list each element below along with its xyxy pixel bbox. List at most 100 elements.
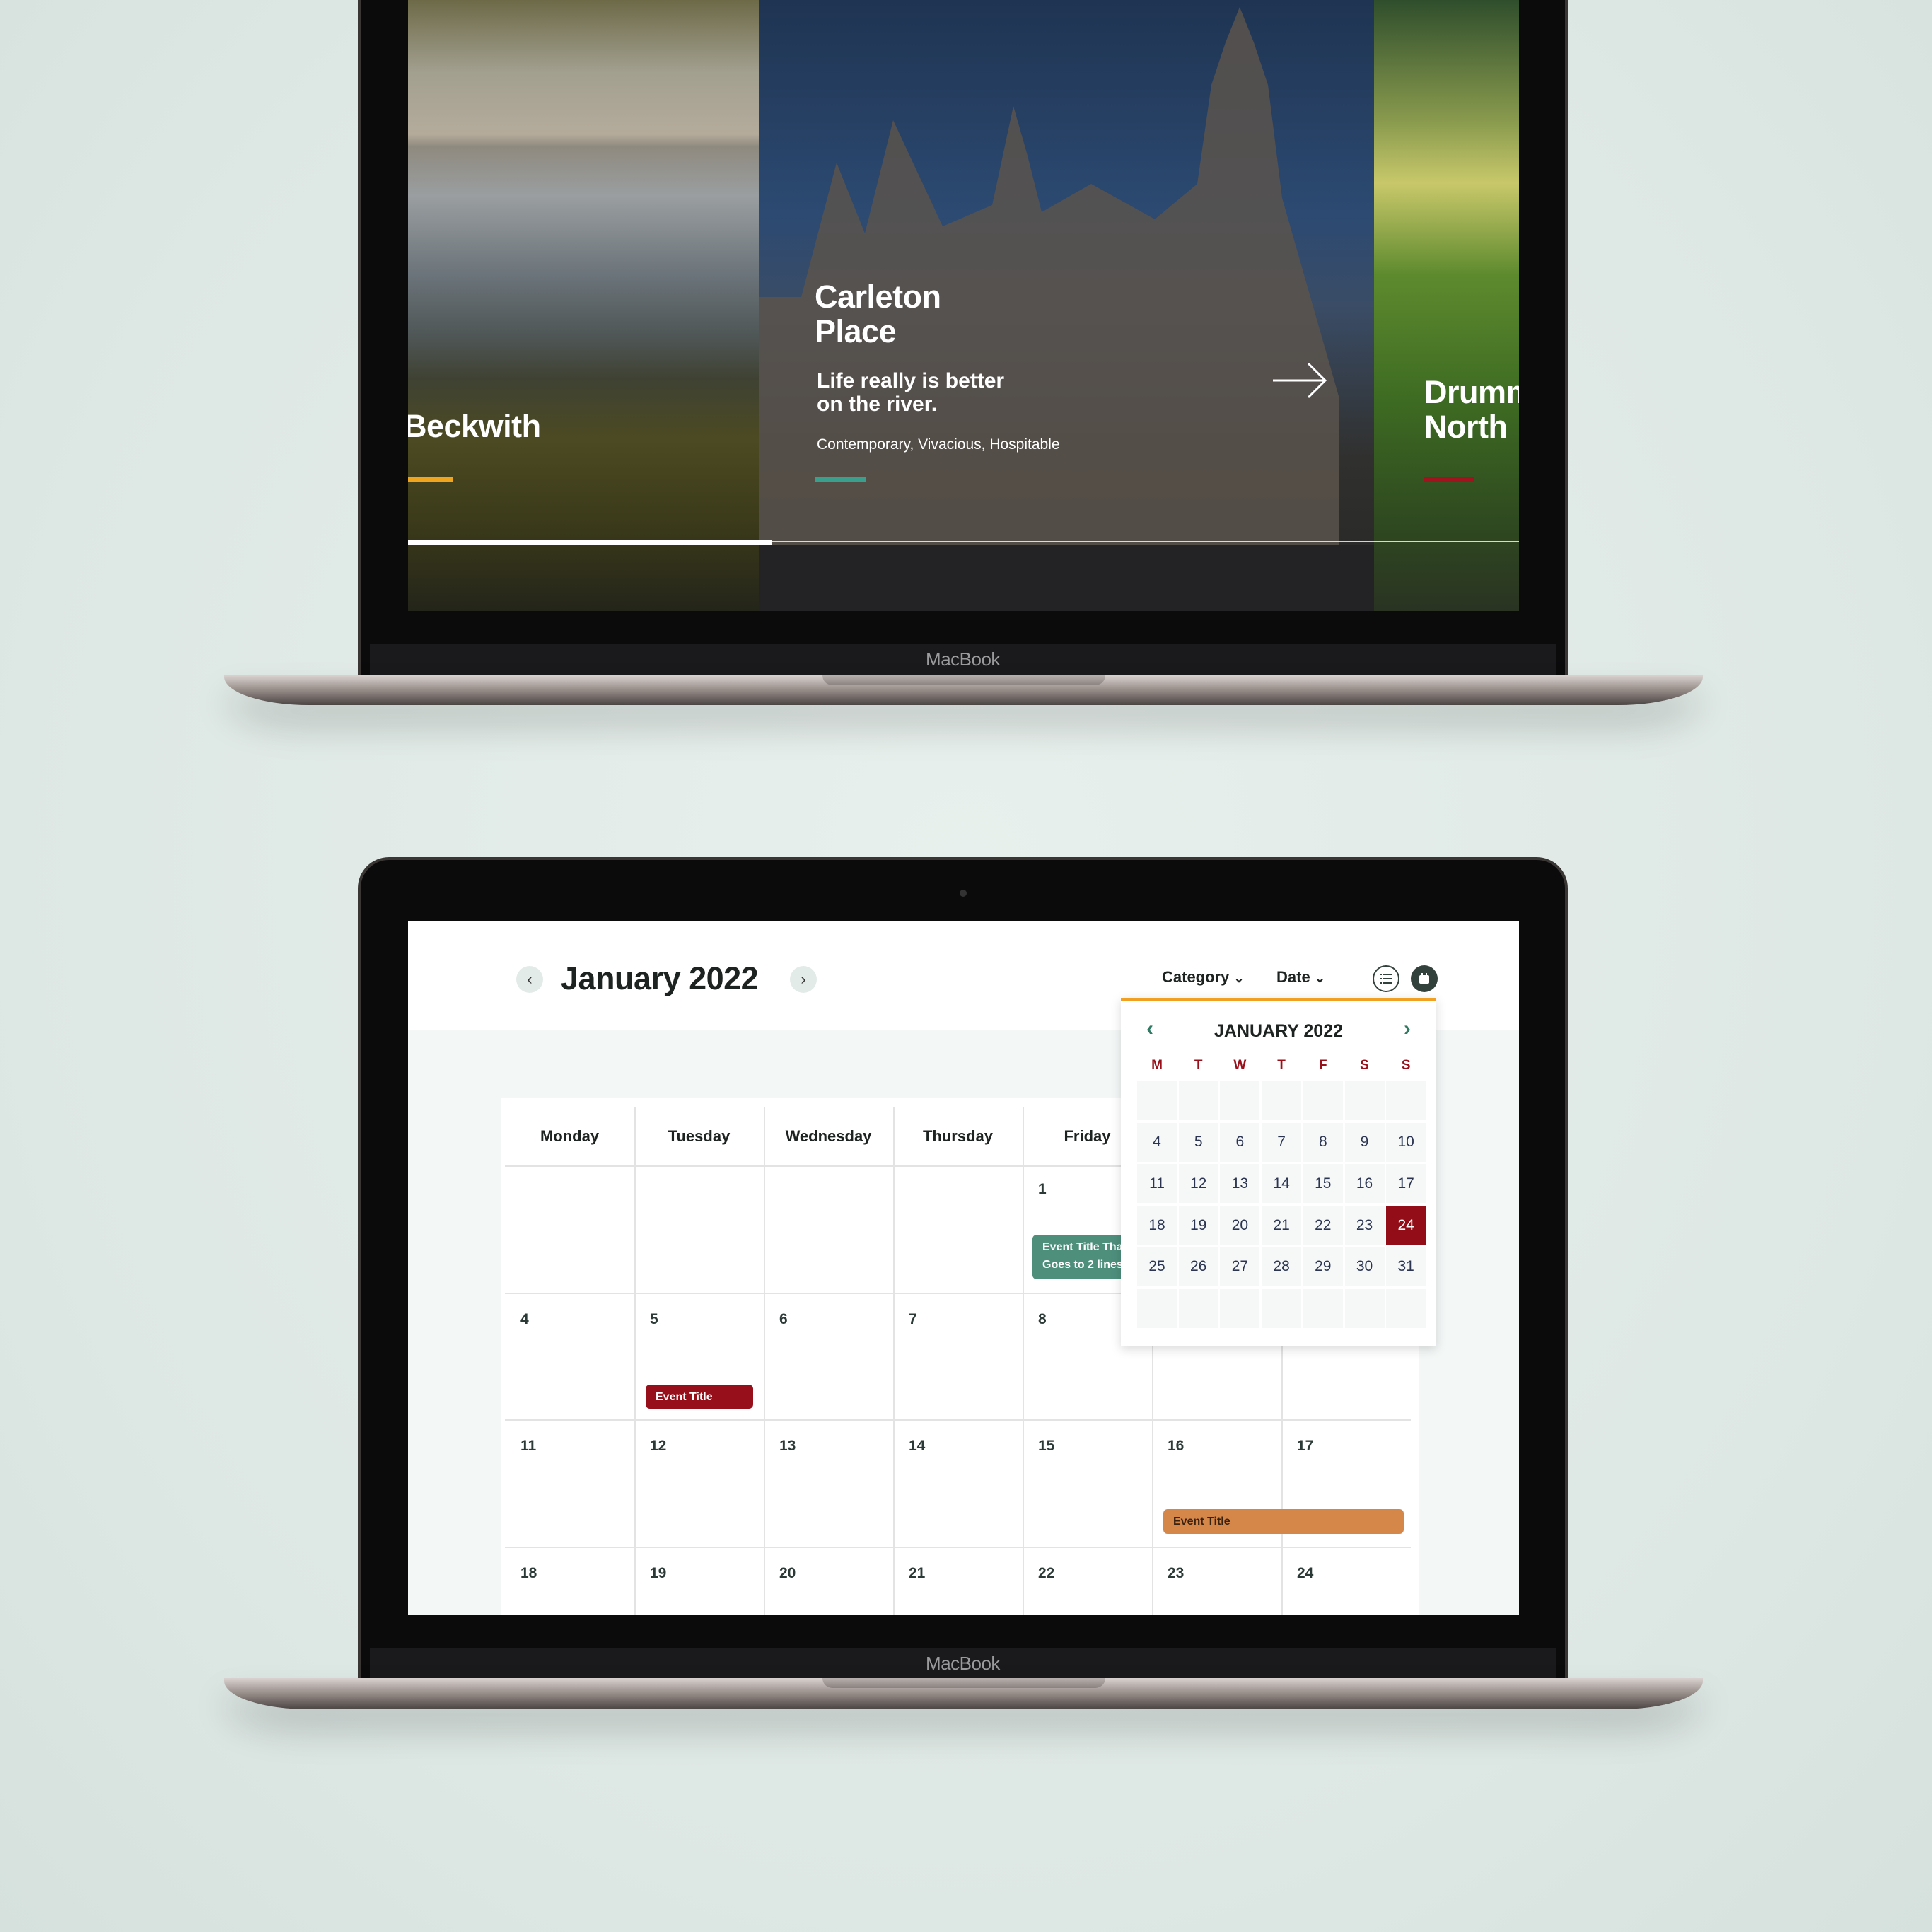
events-calendar-page: ‹ January 2022 › Category ⌄ Date ⌄ Monda… xyxy=(408,921,1519,1615)
weekday-letter: T xyxy=(1277,1058,1286,1073)
day-cell[interactable]: 14 xyxy=(893,1421,1023,1547)
day-number: 18 xyxy=(520,1565,537,1581)
slide-accent-bar xyxy=(408,477,453,482)
weekday-letter: M xyxy=(1151,1058,1163,1073)
date-cell[interactable]: 22 xyxy=(1303,1206,1343,1245)
camera xyxy=(960,890,967,897)
date-cell xyxy=(1178,1081,1218,1120)
day-number: 11 xyxy=(520,1438,537,1454)
day-cell[interactable]: 19 xyxy=(634,1548,764,1615)
day-cell[interactable]: 4 xyxy=(505,1294,634,1420)
date-cell xyxy=(1137,1081,1177,1120)
slide-accent-bar xyxy=(1424,477,1474,482)
slide-drummond-north[interactable]: Drumm North xyxy=(1374,0,1519,611)
event-chip[interactable]: Event Title xyxy=(646,1385,753,1409)
date-cell[interactable]: 15 xyxy=(1303,1164,1343,1204)
chevron-right-icon[interactable]: › xyxy=(1404,1017,1411,1041)
date-cell[interactable]: 23 xyxy=(1344,1206,1385,1245)
slide-carleton-place[interactable]: Carleton Place Life really is better on … xyxy=(759,0,1374,611)
laptop-chin: MacBook xyxy=(370,644,1556,675)
date-cell[interactable]: 16 xyxy=(1344,1164,1385,1204)
day-cell[interactable] xyxy=(634,1167,764,1293)
chevron-left-icon[interactable]: ‹ xyxy=(516,966,543,993)
date-cell[interactable]: 9 xyxy=(1344,1122,1385,1162)
date-cell[interactable]: 11 xyxy=(1137,1164,1177,1204)
weekday-letter: W xyxy=(1233,1058,1247,1073)
date-cell[interactable]: 31 xyxy=(1386,1247,1426,1286)
date-cell[interactable]: 14 xyxy=(1262,1164,1302,1204)
date-cell xyxy=(1303,1288,1343,1328)
date-cell[interactable]: 28 xyxy=(1262,1247,1302,1286)
date-cell[interactable]: 18 xyxy=(1137,1206,1177,1245)
day-cell[interactable]: 24 xyxy=(1281,1548,1411,1615)
day-number: 8 xyxy=(1038,1311,1047,1327)
date-cell[interactable]: 25 xyxy=(1137,1247,1177,1286)
day-cell[interactable] xyxy=(893,1167,1023,1293)
day-cell[interactable]: 7 xyxy=(893,1294,1023,1420)
date-cell[interactable]: 4 xyxy=(1137,1122,1177,1162)
date-cell[interactable]: 26 xyxy=(1178,1247,1218,1286)
date-cell[interactable]: 29 xyxy=(1303,1247,1343,1286)
datepicker-title: JANUARY 2022 xyxy=(1214,1021,1344,1041)
day-cell[interactable]: 21 xyxy=(893,1548,1023,1615)
slide-title: Beckwith xyxy=(408,408,541,444)
day-number: 1 xyxy=(1038,1181,1047,1197)
chevron-down-icon: ⌄ xyxy=(1314,971,1325,985)
day-cell[interactable]: 23 xyxy=(1152,1548,1281,1615)
date-cell[interactable]: 8 xyxy=(1303,1122,1343,1162)
page-title: January 2022 xyxy=(561,960,759,996)
event-chip[interactable]: Event Title xyxy=(1163,1509,1404,1534)
day-cell[interactable]: 13 xyxy=(764,1421,893,1547)
selected-date[interactable]: 24 xyxy=(1386,1206,1426,1245)
date-cell xyxy=(1344,1081,1385,1120)
slide-title-line: Drumm xyxy=(1424,374,1519,410)
hero-slider: Beckwith Carleton Place Life really is b… xyxy=(408,0,1519,611)
day-number: 16 xyxy=(1168,1438,1185,1454)
day-cell[interactable]: 12 xyxy=(634,1421,764,1547)
date-cell[interactable]: 10 xyxy=(1386,1122,1426,1162)
date-cell xyxy=(1386,1081,1426,1120)
date-cell[interactable]: 5 xyxy=(1178,1122,1218,1162)
date-cell[interactable]: 13 xyxy=(1220,1164,1260,1204)
day-cell[interactable]: 22 xyxy=(1023,1548,1152,1615)
chevron-right-icon[interactable]: › xyxy=(790,966,817,993)
date-cell[interactable]: 6 xyxy=(1220,1122,1260,1162)
weekday-header: Monday xyxy=(540,1127,600,1145)
day-number: 4 xyxy=(520,1311,529,1327)
slide-subtitle-line: Life really is better xyxy=(817,369,1005,392)
day-cell[interactable] xyxy=(505,1167,634,1293)
day-number: 5 xyxy=(650,1311,658,1327)
date-cell xyxy=(1178,1288,1218,1328)
day-cell[interactable]: 20 xyxy=(764,1548,893,1615)
day-cell[interactable]: 15 xyxy=(1023,1421,1152,1547)
calendar-icon[interactable] xyxy=(1411,965,1438,992)
slide-subtitle-line: on the river. xyxy=(817,392,938,416)
weekday-header: Thursday xyxy=(922,1127,994,1145)
date-cell[interactable]: 17 xyxy=(1386,1164,1426,1204)
date-cell[interactable]: 7 xyxy=(1262,1122,1302,1162)
laptop-notch xyxy=(822,675,1105,685)
arrow-right-icon[interactable] xyxy=(1271,362,1328,399)
date-cell[interactable]: 19 xyxy=(1178,1206,1218,1245)
day-number: 20 xyxy=(779,1565,796,1581)
slider-progress-fill xyxy=(408,540,772,545)
laptop-chin: MacBook xyxy=(370,1648,1556,1678)
date-cell[interactable]: 27 xyxy=(1220,1247,1260,1286)
category-filter[interactable]: Category ⌄ xyxy=(1162,968,1245,987)
date-cell[interactable]: 21 xyxy=(1262,1206,1302,1245)
date-filter[interactable]: Date ⌄ xyxy=(1276,968,1325,987)
date-cell xyxy=(1262,1081,1302,1120)
date-cell[interactable]: 30 xyxy=(1344,1247,1385,1286)
date-cell xyxy=(1386,1288,1426,1328)
day-cell[interactable]: 11 xyxy=(505,1421,634,1547)
weekday-letter: F xyxy=(1318,1058,1327,1073)
list-icon[interactable] xyxy=(1373,965,1399,992)
date-cell[interactable]: 20 xyxy=(1220,1206,1260,1245)
date-cell[interactable]: 12 xyxy=(1178,1164,1218,1204)
day-cell[interactable] xyxy=(764,1167,893,1293)
slide-beckwith[interactable]: Beckwith xyxy=(408,0,759,611)
date-cell xyxy=(1137,1288,1177,1328)
weekday-letter: S xyxy=(1360,1058,1369,1073)
day-cell[interactable]: 18 xyxy=(505,1548,634,1615)
day-cell[interactable]: 6 xyxy=(764,1294,893,1420)
